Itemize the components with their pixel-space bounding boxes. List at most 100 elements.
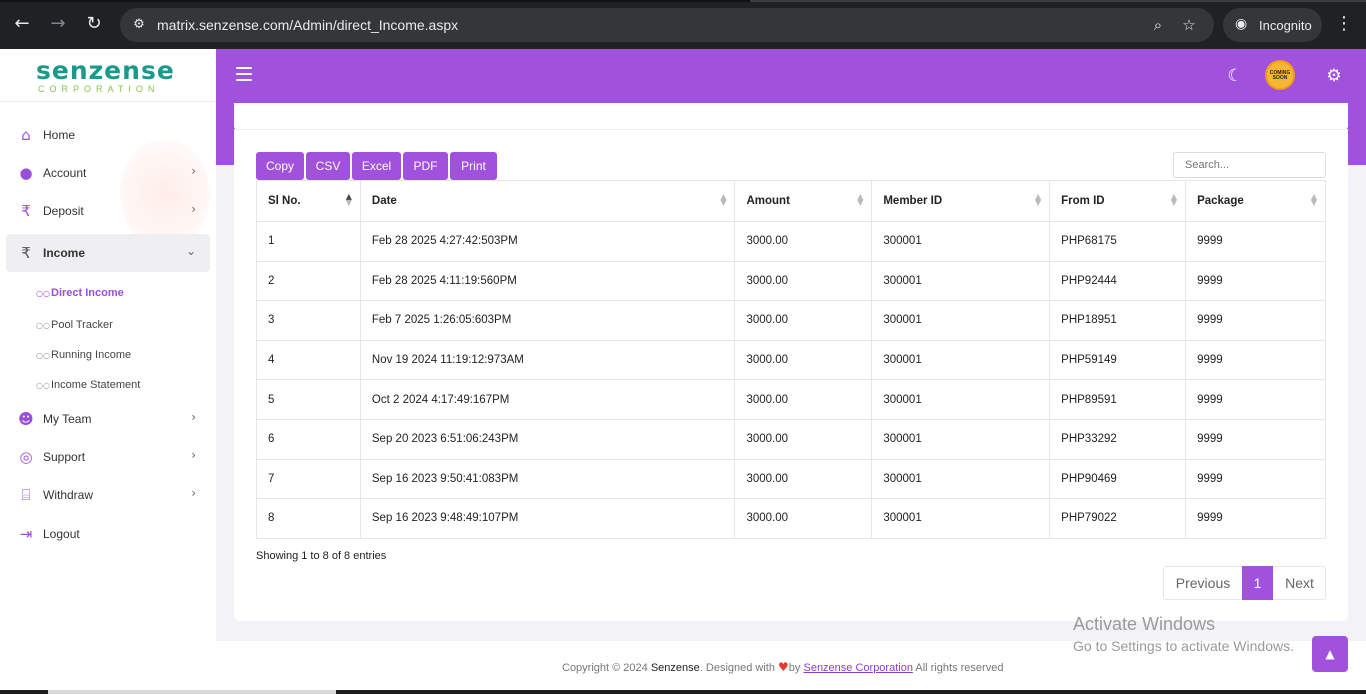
logo-main-text: senzense [36,56,175,85]
browser-menu-icon[interactable]: ⋮ [1334,13,1354,35]
table-row: 3 Feb 7 2025 1:26:05:603PM 3000.00 300001 PH… [256,300,1326,341]
sort-icon: ▲ ▼ [1170,192,1178,207]
print-button[interactable]: Print [450,152,497,180]
cell-from-id: PHP89591 [1049,379,1187,420]
cell-amount: 3000.00 [734,221,873,262]
cell-from-id: PHP90469 [1049,458,1187,500]
cell-package: 9999 [1185,260,1326,302]
chevron-right-icon: › [191,164,196,178]
page-1-button[interactable]: 1 [1242,566,1273,600]
bookmark-star-icon[interactable]: ☆ [1180,16,1198,34]
bullet-icon: ○○ [36,321,50,330]
user-icon: ● [19,164,33,182]
sidebar-item-income[interactable]: ₹ Income ⌄ [6,234,210,272]
next-page-button[interactable]: Next [1273,567,1326,599]
sidebar-item-support[interactable]: ◎ Support › [6,439,210,475]
footer-rights: All rights reserved [912,662,1004,674]
scroll-to-top-button[interactable]: ▲ [1312,636,1348,672]
previous-page-button[interactable]: Previous [1164,567,1242,599]
cell-member-id: 300001 [871,458,1051,500]
chevron-down-icon: ⌄ [185,244,196,258]
sidebar-item-my-team[interactable]: ☻ My Team › [6,401,210,437]
bullet-icon: ○○ [36,351,50,360]
settings-gear-icon[interactable]: ⚙ [1324,66,1344,86]
rupee-icon: ₹ [21,244,31,262]
cell-sl-no: 2 [256,260,361,302]
sidebar-item-logout[interactable]: ⇥ Logout [6,516,210,552]
sidebar-item-label: Withdraw [43,488,94,502]
sidebar-item-label: Deposit [43,204,84,218]
sidebar: senzense CORPORATION ⌂ Home ● Account › … [0,49,216,694]
cell-sl-no: 7 [256,458,361,500]
footer-by: by [788,662,804,674]
pdf-button[interactable]: PDF [403,152,448,180]
hamburger-menu-icon[interactable] [236,66,254,82]
logo[interactable]: senzense CORPORATION [36,56,181,95]
cell-sl-no: 6 [256,418,361,460]
support-icon: ◎ [19,448,33,466]
forward-arrow-icon[interactable]: → [47,13,69,35]
cell-package: 9999 [1185,379,1326,420]
activate-windows-watermark: Activate Windows Go to Settings to activ… [1073,614,1294,654]
sidebar-item-deposit[interactable]: ₹ Deposit › [6,193,210,229]
cell-member-id: 300001 [871,221,1051,262]
chevron-right-icon: › [191,486,196,500]
activate-windows-subtitle: Go to Settings to activate Windows. [1073,638,1294,654]
column-header-package[interactable]: Package ▲ ▼ [1185,180,1326,222]
cell-package: 9999 [1185,418,1326,460]
cell-member-id: 300001 [871,260,1051,302]
table-row: 1 Feb 28 2025 4:27:42:503PM 3000.00 300001 P… [256,221,1326,262]
sidebar-item-home[interactable]: ⌂ Home [6,117,210,153]
cell-from-id: PHP18951 [1049,300,1187,341]
footer-company-link[interactable]: Senzense Corporation [803,662,912,674]
cell-package: 9999 [1185,498,1326,539]
search-input[interactable] [1173,152,1326,178]
column-header-date[interactable]: Date ▲ ▼ [359,180,736,222]
cell-amount: 3000.00 [734,260,873,302]
reload-icon[interactable]: ↻ [83,13,105,35]
tab-strip-active [0,0,750,2]
sidebar-item-label: Account [43,166,87,180]
incognito-icon: ◉ [1235,16,1248,32]
table-row: 7 Sep 16 2023 9:50:41:083PM 3000.00 300001 P… [256,458,1326,500]
cell-date: Sep 16 2023 9:48:49:107PM [359,498,736,539]
csv-button[interactable]: CSV [306,152,350,180]
table-row: 8 Sep 16 2023 9:48:49:107PM 3000.00 300001 P… [256,498,1326,539]
sort-icon: ▲ ▼ [345,192,352,207]
sidebar-subitem-label: Income Statement [51,379,141,391]
dark-mode-moon-icon[interactable]: ☾ [1225,66,1245,86]
cell-date: Sep 16 2023 9:50:41:083PM [359,458,736,500]
sidebar-item-withdraw[interactable]: ⌸ Withdraw › [6,477,210,513]
column-header-amount[interactable]: Amount ▲ ▼ [734,180,873,222]
home-icon: ⌂ [21,126,31,144]
excel-button[interactable]: Excel [352,152,401,180]
chevron-right-icon: › [191,448,196,462]
site-settings-icon[interactable]: ⚙ [130,16,148,34]
heart-icon: ♥ [778,660,789,674]
sort-icon: ▲ ▼ [720,192,727,207]
column-header-member-id[interactable]: Member ID ▲ ▼ [871,180,1051,222]
coming-soon-coin-icon[interactable]: COMING SOON [1265,60,1295,90]
footer-text: Copyright © 2024 Senzense. Designed with… [562,660,1003,674]
incognito-badge[interactable]: ◉ Incognito [1223,8,1322,42]
table-row: 4 Nov 19 2024 11:19:12:973AM 3000.00 300001… [256,339,1326,381]
sidebar-item-account[interactable]: ● Account › [6,155,210,191]
copy-button[interactable]: Copy [256,152,304,180]
pagination: Previous 1 Next [1163,566,1326,600]
address-bar[interactable]: ⚙ matrix.senzense.com/Admin/direct_Incom… [120,8,1214,42]
sort-icon: ▲ ▼ [857,192,864,207]
url-text: matrix.senzense.com/Admin/direct_Income.… [157,17,459,33]
back-arrow-icon[interactable]: ← [11,13,33,35]
incognito-label: Incognito [1259,18,1312,33]
activate-windows-title: Activate Windows [1073,614,1216,634]
cell-from-id: PHP33292 [1049,418,1187,460]
cell-sl-no: 5 [256,379,361,420]
sort-icon: ▲ ▼ [1035,192,1042,207]
column-header-sl-no[interactable]: Sl No. ▲ ▼ [256,180,361,222]
direct-income-table: Sl No. ▲ ▼ Date ▲ ▼ Amount ▲ ▼ Member ID ▲ ▼ Fro… [256,180,1326,539]
cell-amount: 3000.00 [734,379,873,420]
cell-package: 9999 [1185,221,1326,262]
column-header-label: Package [1197,195,1244,207]
column-header-from-id[interactable]: From ID ▲ ▼ [1049,180,1187,222]
zoom-icon[interactable]: ⌕ [1149,16,1167,34]
